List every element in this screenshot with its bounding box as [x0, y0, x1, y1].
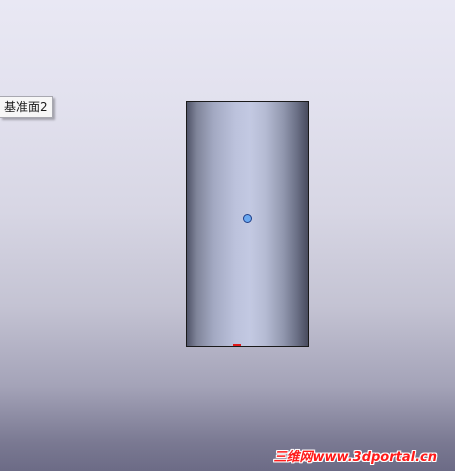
plane-label-tag[interactable]: 基准面2 [0, 96, 53, 118]
edge-marker [233, 344, 241, 346]
graphics-viewport[interactable]: 基准面2 三维网www.3dportal.cn [0, 0, 455, 471]
watermark-text: 三维网www.3dportal.cn [273, 450, 437, 465]
origin-point-icon[interactable] [243, 214, 252, 223]
cylinder-body[interactable] [186, 101, 309, 347]
